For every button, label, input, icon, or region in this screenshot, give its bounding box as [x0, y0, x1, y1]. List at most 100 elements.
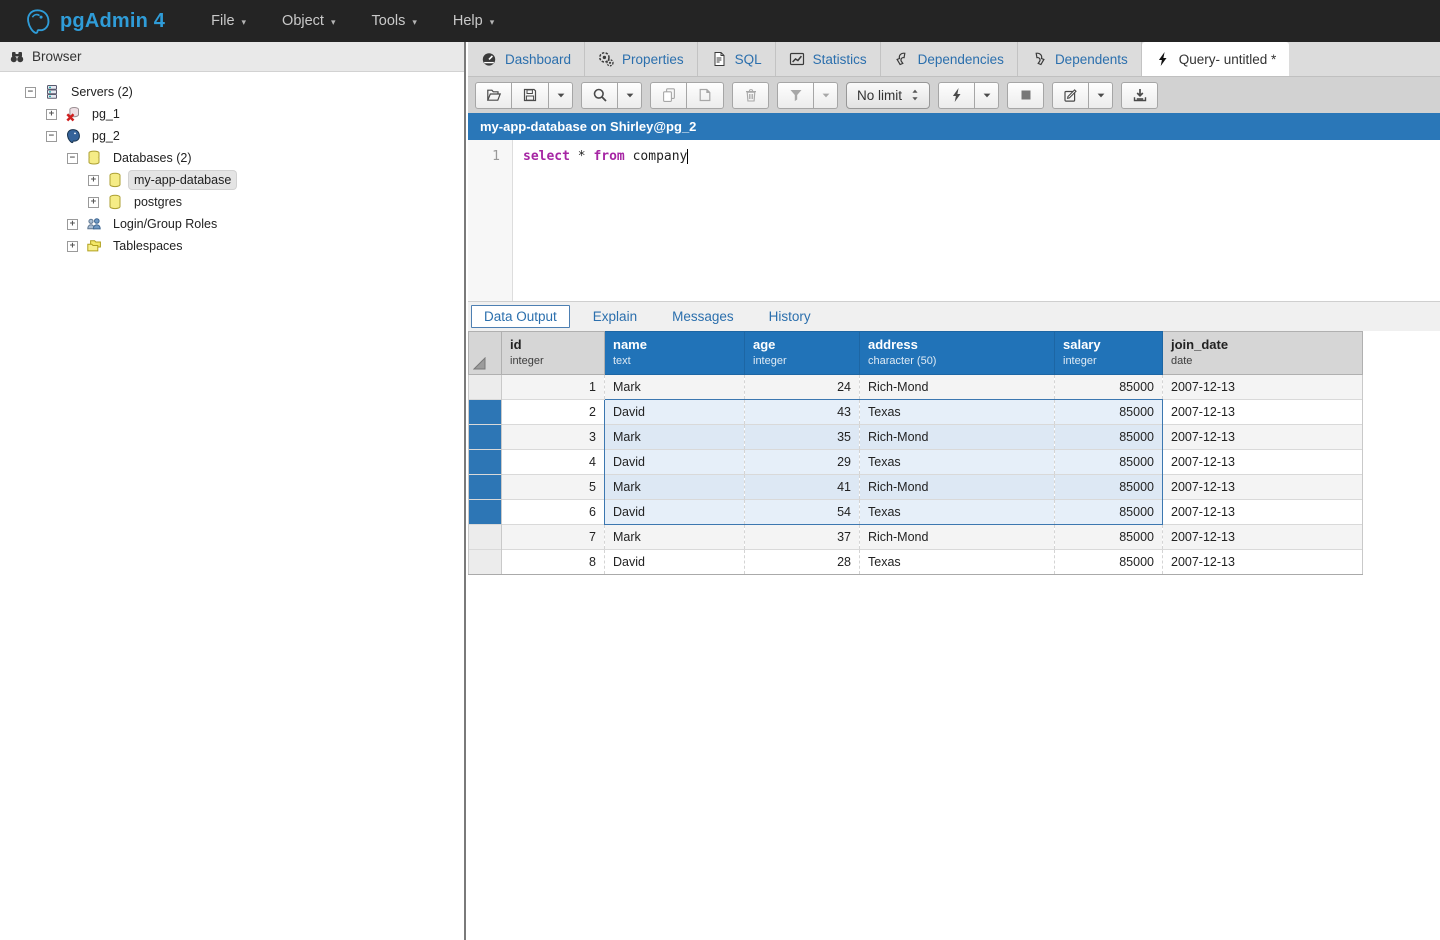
output-tab-explain[interactable]: Explain	[581, 306, 649, 327]
cell-id[interactable]: 2	[502, 400, 605, 425]
row-selector[interactable]	[469, 525, 502, 550]
cell-salary[interactable]: 85000	[1055, 375, 1163, 400]
expand-icon[interactable]: +	[67, 219, 78, 230]
copy-button[interactable]	[650, 82, 687, 109]
cell-address[interactable]: Texas	[860, 400, 1055, 425]
pgadmin-logo[interactable]: pgAdmin 4	[0, 8, 179, 35]
row-selector[interactable]	[469, 375, 502, 400]
tab-sql[interactable]: SQL	[698, 42, 776, 76]
column-header-address[interactable]: addresscharacter (50)	[860, 332, 1055, 375]
cell-join_date[interactable]: 2007-12-13	[1163, 550, 1363, 575]
collapse-icon[interactable]: −	[25, 87, 36, 98]
tab-dependents[interactable]: Dependents	[1018, 42, 1142, 76]
paste-button[interactable]	[687, 82, 724, 109]
select-all-corner[interactable]	[469, 332, 502, 375]
cell-age[interactable]: 29	[745, 450, 860, 475]
menu-object[interactable]: Object▾	[264, 0, 353, 42]
tree-item-tablespaces[interactable]: +Tablespaces	[4, 235, 464, 257]
edit-button[interactable]	[1052, 82, 1089, 109]
column-header-id[interactable]: idinteger	[502, 332, 605, 375]
cell-id[interactable]: 1	[502, 375, 605, 400]
open-file-button[interactable]	[475, 82, 512, 109]
row-selector[interactable]	[469, 425, 502, 450]
save-options-caret[interactable]	[549, 82, 573, 109]
row-selector[interactable]	[469, 475, 502, 500]
cell-id[interactable]: 4	[502, 450, 605, 475]
menu-file[interactable]: File▾	[193, 0, 264, 42]
execute-button[interactable]	[938, 82, 975, 109]
cell-id[interactable]: 5	[502, 475, 605, 500]
cell-join_date[interactable]: 2007-12-13	[1163, 425, 1363, 450]
row-selector[interactable]	[469, 450, 502, 475]
cell-age[interactable]: 24	[745, 375, 860, 400]
tree-item-servers-2[interactable]: −Servers (2)	[4, 81, 464, 103]
cell-salary[interactable]: 85000	[1055, 450, 1163, 475]
cell-join_date[interactable]: 2007-12-13	[1163, 475, 1363, 500]
expand-icon[interactable]: +	[46, 109, 57, 120]
tab-properties[interactable]: Properties	[585, 42, 698, 76]
row-limit-select[interactable]: No limit	[846, 82, 930, 109]
output-tab-history[interactable]: History	[757, 306, 823, 327]
cell-name[interactable]: Mark	[605, 425, 745, 450]
cell-age[interactable]: 54	[745, 500, 860, 525]
cell-name[interactable]: David	[605, 550, 745, 575]
menu-help[interactable]: Help▾	[435, 0, 512, 42]
column-header-join_date[interactable]: join_datedate	[1163, 332, 1363, 375]
cell-age[interactable]: 28	[745, 550, 860, 575]
tab-dashboard[interactable]: Dashboard	[468, 42, 585, 76]
tree-item-login-group-roles[interactable]: +Login/Group Roles	[4, 213, 464, 235]
cell-age[interactable]: 43	[745, 400, 860, 425]
output-tab-data-output[interactable]: Data Output	[471, 305, 570, 328]
cell-name[interactable]: David	[605, 450, 745, 475]
cell-address[interactable]: Texas	[860, 450, 1055, 475]
collapse-icon[interactable]: −	[46, 131, 57, 142]
find-options-caret[interactable]	[618, 82, 642, 109]
cell-name[interactable]: David	[605, 500, 745, 525]
cell-age[interactable]: 41	[745, 475, 860, 500]
column-header-name[interactable]: nametext	[605, 332, 745, 375]
column-header-salary[interactable]: salaryinteger	[1055, 332, 1163, 375]
output-tab-messages[interactable]: Messages	[660, 306, 746, 327]
cell-join_date[interactable]: 2007-12-13	[1163, 400, 1363, 425]
download-button[interactable]	[1121, 82, 1158, 109]
cell-id[interactable]: 8	[502, 550, 605, 575]
execute-options-caret[interactable]	[975, 82, 999, 109]
cell-address[interactable]: Rich-Mond	[860, 525, 1055, 550]
cell-address[interactable]: Rich-Mond	[860, 475, 1055, 500]
cell-join_date[interactable]: 2007-12-13	[1163, 500, 1363, 525]
cell-salary[interactable]: 85000	[1055, 425, 1163, 450]
cell-salary[interactable]: 85000	[1055, 550, 1163, 575]
menu-tools[interactable]: Tools▾	[354, 0, 435, 42]
tree-item-postgres[interactable]: +postgres	[4, 191, 464, 213]
tab-dependencies[interactable]: Dependencies	[881, 42, 1018, 76]
expand-icon[interactable]: +	[67, 241, 78, 252]
cell-join_date[interactable]: 2007-12-13	[1163, 375, 1363, 400]
cell-name[interactable]: Mark	[605, 375, 745, 400]
cell-salary[interactable]: 85000	[1055, 500, 1163, 525]
expand-icon[interactable]: +	[88, 175, 99, 186]
cell-name[interactable]: David	[605, 400, 745, 425]
delete-button[interactable]	[732, 82, 769, 109]
cell-name[interactable]: Mark	[605, 475, 745, 500]
cell-address[interactable]: Rich-Mond	[860, 425, 1055, 450]
cell-id[interactable]: 6	[502, 500, 605, 525]
column-header-age[interactable]: ageinteger	[745, 332, 860, 375]
find-button[interactable]	[581, 82, 618, 109]
tree-item-pg-2[interactable]: −pg_2	[4, 125, 464, 147]
cell-salary[interactable]: 85000	[1055, 400, 1163, 425]
cell-id[interactable]: 3	[502, 425, 605, 450]
cell-address[interactable]: Rich-Mond	[860, 375, 1055, 400]
cell-address[interactable]: Texas	[860, 550, 1055, 575]
cell-id[interactable]: 7	[502, 525, 605, 550]
cell-join_date[interactable]: 2007-12-13	[1163, 450, 1363, 475]
cell-name[interactable]: Mark	[605, 525, 745, 550]
tab-query-untitled[interactable]: Query- untitled *	[1142, 42, 1290, 76]
tree-item-pg-1[interactable]: +pg_1	[4, 103, 464, 125]
cell-join_date[interactable]: 2007-12-13	[1163, 525, 1363, 550]
tab-statistics[interactable]: Statistics	[776, 42, 881, 76]
cell-age[interactable]: 35	[745, 425, 860, 450]
filter-button[interactable]	[777, 82, 814, 109]
cell-age[interactable]: 37	[745, 525, 860, 550]
tree-item-my-app-database[interactable]: +my-app-database	[4, 169, 464, 191]
edit-options-caret[interactable]	[1089, 82, 1113, 109]
